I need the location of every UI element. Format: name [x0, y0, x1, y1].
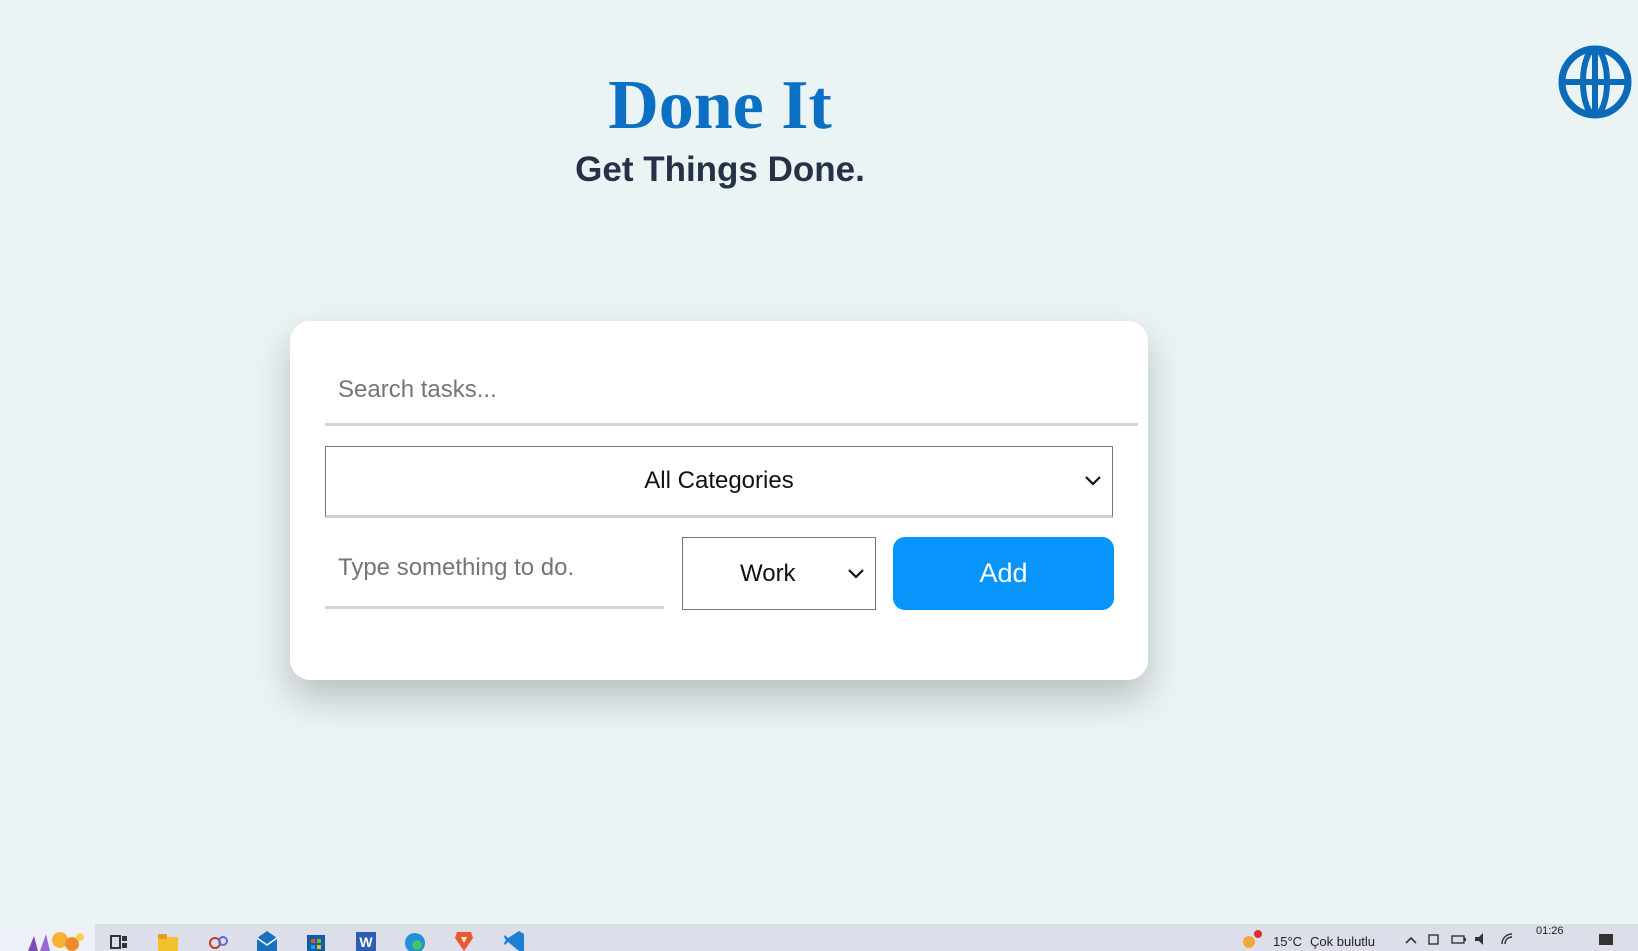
start-button[interactable]	[0, 924, 95, 951]
category-filter-value: All Categories	[644, 467, 794, 494]
add-task-button[interactable]: Add	[893, 537, 1114, 610]
new-task-input[interactable]	[325, 537, 664, 609]
notifications-icon[interactable]	[1598, 932, 1620, 951]
search-input[interactable]	[325, 356, 1138, 426]
page: Done It Get Things Done. All Categories …	[0, 0, 1638, 951]
vscode-icon[interactable]	[503, 929, 525, 951]
category-filter-select[interactable]: All Categories	[325, 446, 1113, 518]
globe-icon	[1558, 45, 1632, 119]
task-category-value: Work	[740, 559, 796, 587]
brave-icon[interactable]	[453, 929, 475, 951]
edge-icon[interactable]	[404, 929, 426, 951]
battery-icon[interactable]	[1451, 932, 1473, 951]
chevron-down-icon	[848, 568, 864, 579]
widgets-icon[interactable]	[108, 929, 130, 951]
weather-temp: 15°C	[1273, 934, 1303, 949]
task-category-select[interactable]: Work	[682, 537, 876, 610]
weather-desc: Çok bulutlu	[1310, 934, 1376, 949]
clock-time[interactable]: 01:26	[1536, 925, 1564, 937]
taskbar: W 15°C Çok bulutlu 01:26	[0, 924, 1638, 951]
language-button[interactable]	[1558, 45, 1632, 119]
svg-text:W: W	[359, 934, 373, 950]
app-subtitle: Get Things Done.	[575, 150, 865, 189]
file-explorer-icon[interactable]	[157, 929, 179, 951]
meet-now-icon[interactable]	[1428, 932, 1450, 951]
todo-card: All Categories Work Add	[290, 321, 1148, 680]
start-icon	[28, 932, 84, 951]
weather-icon[interactable]	[1240, 928, 1262, 950]
volume-icon[interactable]	[1474, 932, 1496, 951]
store-icon[interactable]	[305, 929, 327, 951]
snipping-tool-icon[interactable]	[207, 929, 229, 951]
chevron-down-icon	[1085, 476, 1101, 486]
app-title: Done It	[608, 67, 832, 144]
tray-chevron-up-icon[interactable]	[1404, 932, 1426, 951]
wifi-icon[interactable]	[1500, 932, 1522, 951]
mail-icon[interactable]	[256, 929, 278, 951]
word-icon[interactable]: W	[355, 929, 377, 951]
